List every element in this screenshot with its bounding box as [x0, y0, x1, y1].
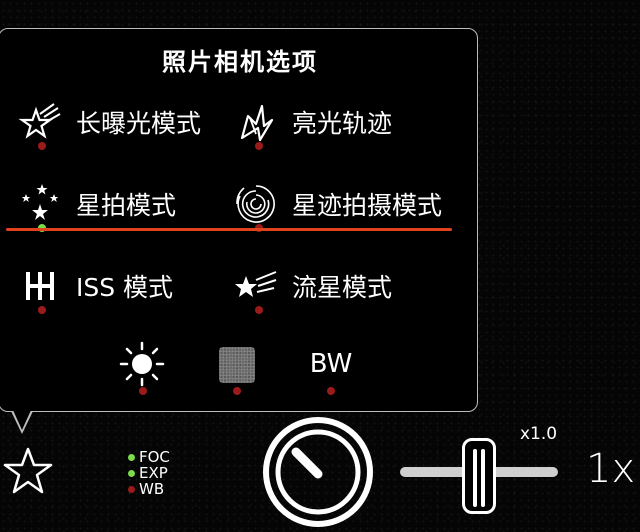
noise-gray-swatch-icon — [219, 347, 255, 383]
star-trail-spiral-icon — [234, 182, 278, 226]
mode-label: 星迹拍摄模式 — [292, 191, 443, 220]
brightness-filter-button[interactable] — [118, 340, 166, 388]
iss-icon — [18, 264, 62, 308]
star-outline-icon — [3, 447, 53, 494]
mode-label: 星拍模式 — [76, 191, 177, 220]
mode-indicator-dot — [38, 306, 46, 314]
meteor-icon — [234, 264, 278, 308]
mode-meteor[interactable]: 流星模式 — [234, 264, 392, 308]
status-dot — [128, 485, 135, 493]
mode-indicator-dot — [38, 142, 46, 150]
mode-indicator-dot — [255, 142, 263, 150]
zoom-slider-handle[interactable] — [462, 438, 496, 514]
status-wb: WB — [128, 481, 170, 497]
mode-label: ISS 模式 — [76, 273, 174, 302]
status-exp: EXP — [128, 465, 170, 481]
long-exposure-star-icon — [18, 100, 62, 144]
mode-indicator-dot — [255, 306, 263, 314]
bw-label: BW — [309, 349, 353, 379]
shutter-button[interactable] — [262, 416, 374, 532]
shutter-timer-icon — [263, 417, 373, 527]
filter-indicator-dot — [233, 387, 241, 395]
status-foc: FOC — [128, 449, 170, 465]
mode-label: 亮光轨迹 — [292, 109, 393, 138]
zoom-level-label: x1.0 — [520, 424, 558, 444]
mode-light-trail[interactable]: 亮光轨迹 — [234, 100, 392, 144]
mode-menu-button[interactable] — [2, 446, 54, 502]
zoom-value-button[interactable]: 1x — [586, 446, 635, 492]
panel-title: 照片相机选项 — [162, 48, 318, 76]
status-dot — [128, 469, 135, 477]
panel-pointer — [12, 408, 32, 430]
bw-filter-button[interactable]: BW — [306, 346, 356, 382]
brightness-sun-icon — [119, 341, 165, 387]
mode-iss[interactable]: ISS 模式 — [18, 264, 173, 308]
stars-icon — [18, 182, 62, 226]
mode-label: 长曝光模式 — [76, 109, 202, 138]
highlight-underline — [6, 228, 452, 231]
noise-filter-button[interactable] — [218, 346, 256, 384]
mode-star-trail[interactable]: 星迹拍摄模式 — [234, 182, 442, 226]
filter-indicator-dot — [139, 387, 147, 395]
mode-label: 流星模式 — [292, 273, 393, 302]
status-dot — [128, 453, 135, 461]
mode-long-exposure[interactable]: 长曝光模式 — [18, 100, 201, 144]
filter-indicator-dot — [327, 387, 335, 395]
status-indicators: FOC EXP WB — [128, 449, 170, 497]
light-trail-icon — [234, 100, 278, 144]
mode-star-shot[interactable]: 星拍模式 — [18, 182, 176, 226]
